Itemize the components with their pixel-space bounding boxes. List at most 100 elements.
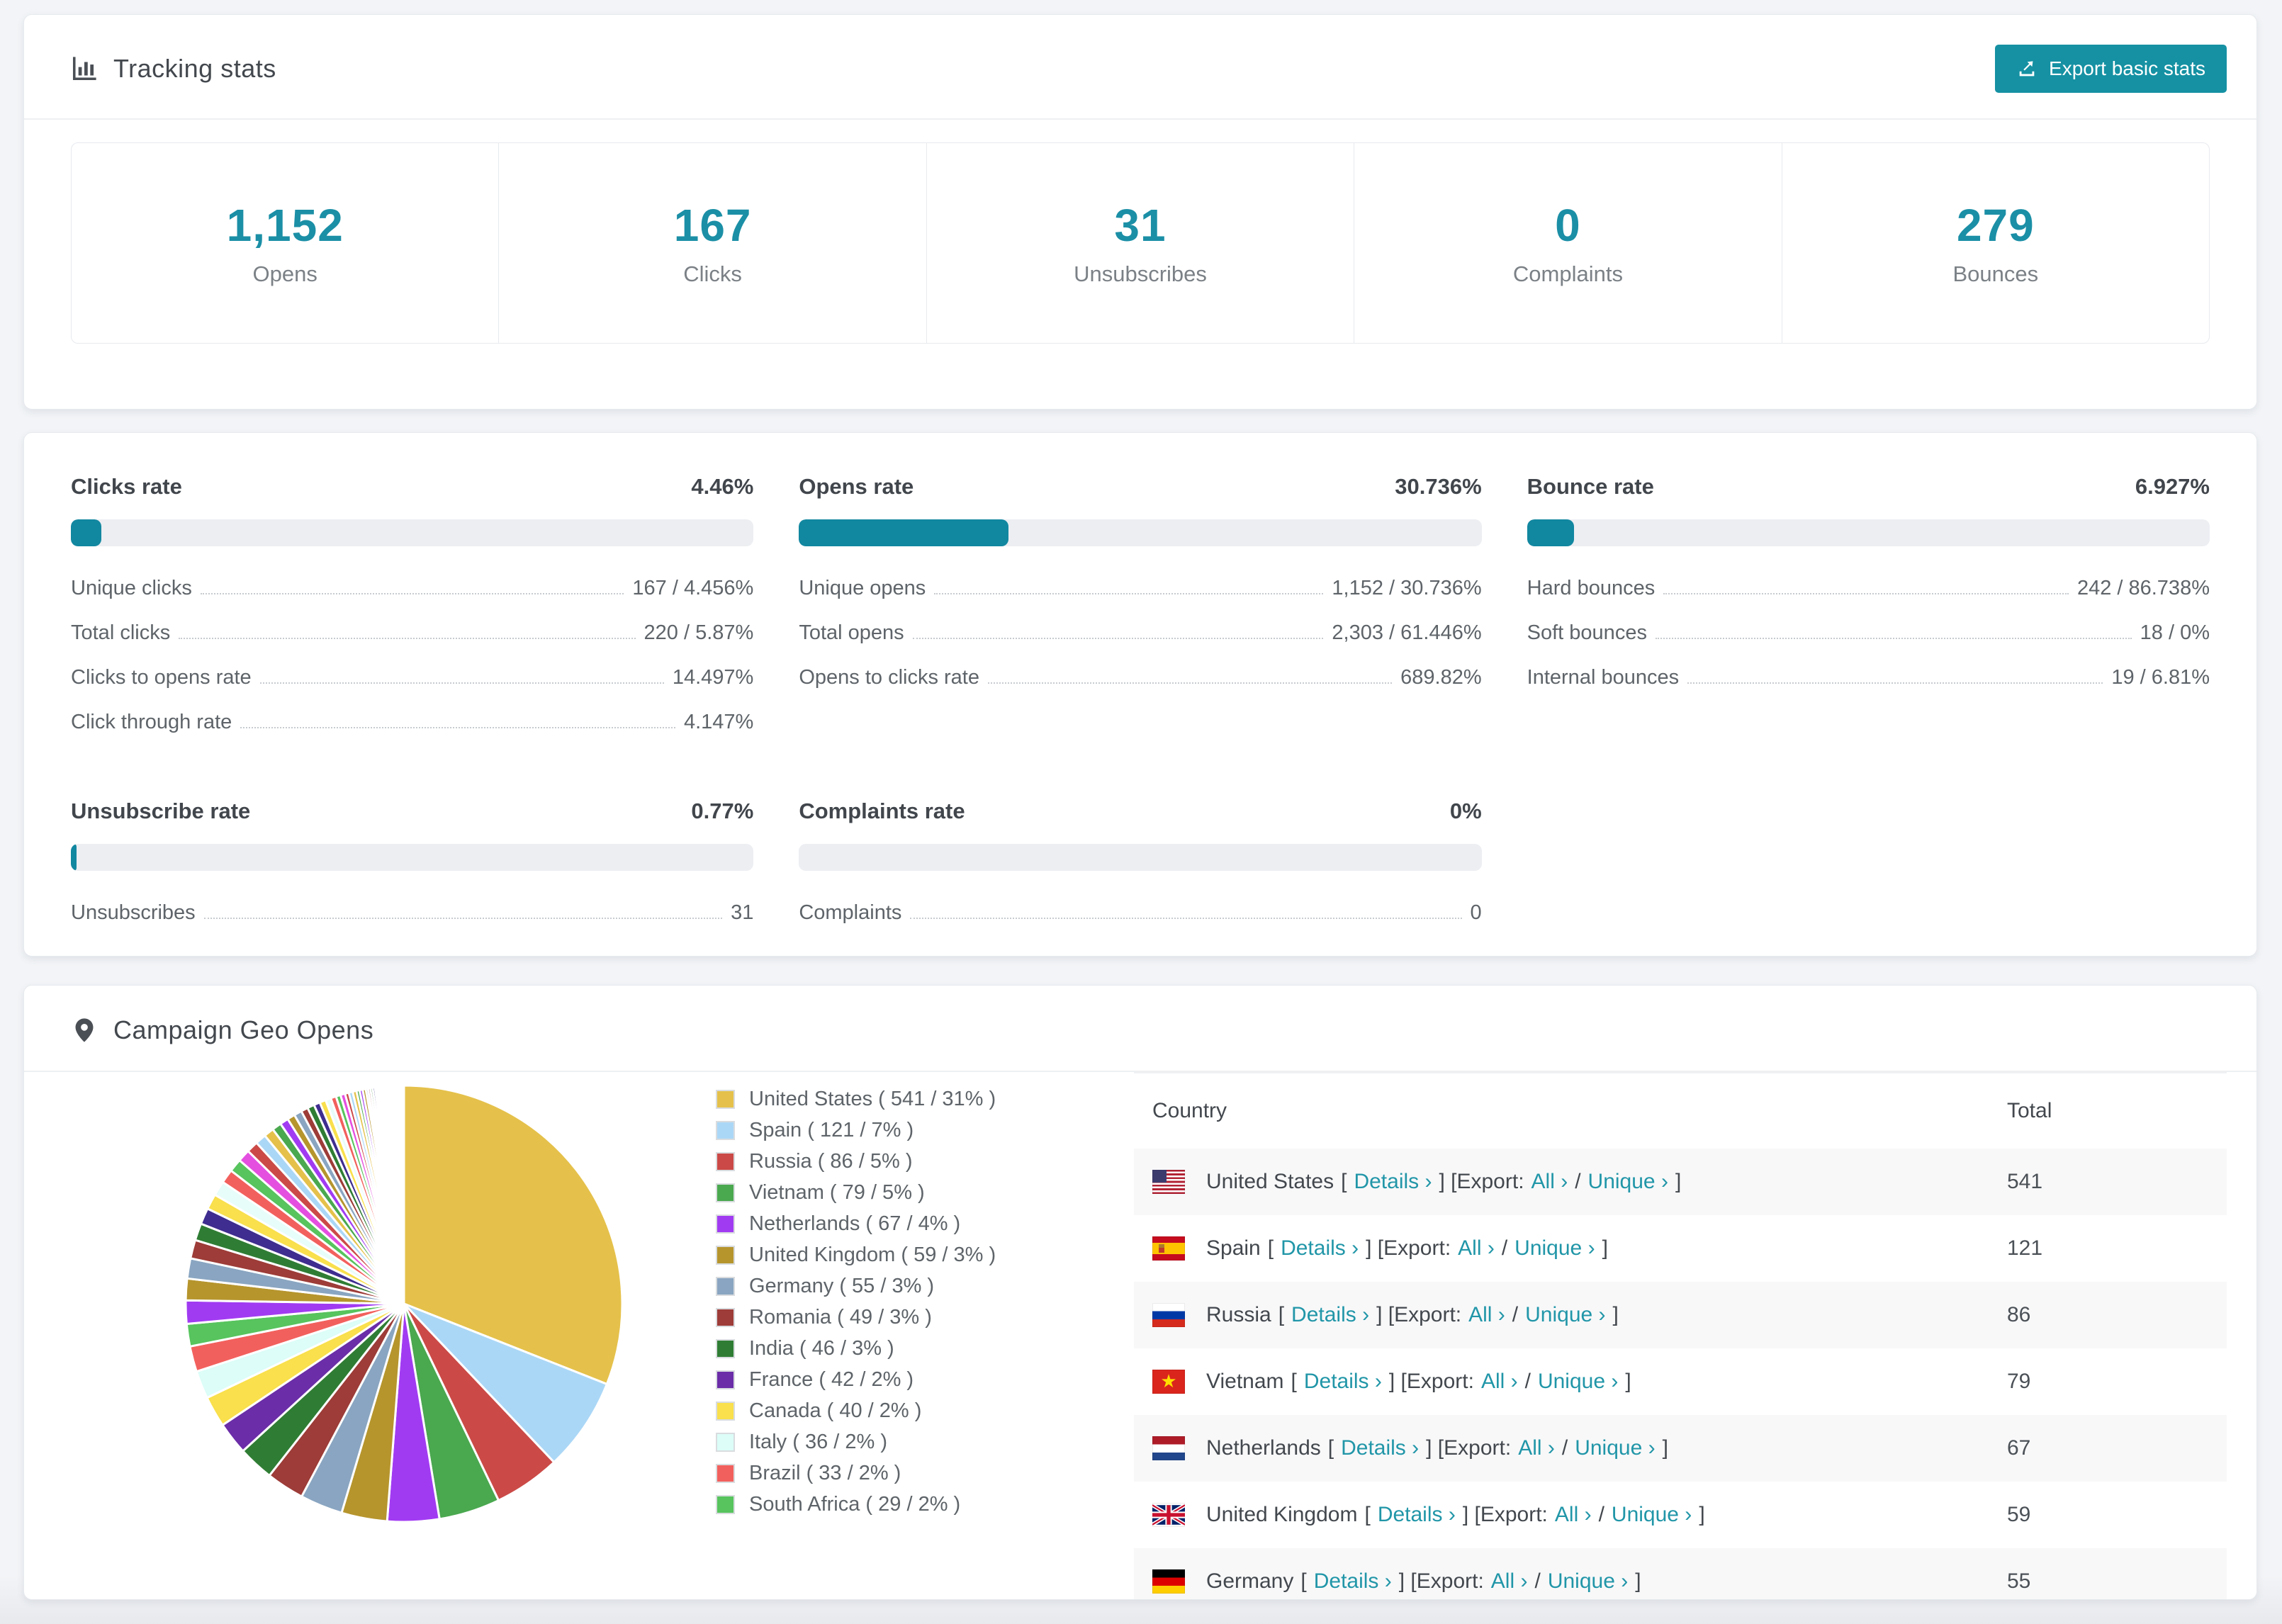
clicks-count: 167 (673, 200, 752, 251)
details-link[interactable]: Details › (1378, 1503, 1456, 1527)
legend-item[interactable]: Romania ( 49 / 3% ) (716, 1302, 1084, 1333)
details-link[interactable]: Details › (1304, 1370, 1382, 1394)
legend-item[interactable]: Vietnam ( 79 / 5% ) (716, 1177, 1084, 1208)
details-link[interactable]: Details › (1281, 1236, 1359, 1261)
export-all-link[interactable]: All › (1518, 1436, 1555, 1460)
legend-item[interactable]: Netherlands ( 67 / 4% ) (716, 1208, 1084, 1239)
opens-count: 1,152 (226, 200, 344, 251)
legend-swatch (716, 1338, 735, 1358)
legend-item[interactable]: Canada ( 40 / 2% ) (716, 1395, 1084, 1426)
panel-value: 0.77% (691, 799, 754, 823)
legend-item[interactable]: South Africa ( 29 / 2% ) (716, 1489, 1084, 1520)
table-row: United Kingdom [Details ›] [Export: All ›… (1134, 1482, 2227, 1548)
details-link[interactable]: Details › (1291, 1303, 1369, 1327)
rate-row: Unique clicks 167 / 4.456% (71, 566, 753, 611)
rate-row: Total opens 2,303 / 61.446% (799, 611, 1481, 655)
legend-item[interactable]: Spain ( 121 / 7% ) (716, 1115, 1084, 1146)
export-unique-link[interactable]: Unique › (1575, 1436, 1655, 1460)
export-all-link[interactable]: All › (1458, 1236, 1495, 1261)
legend-item[interactable]: United States ( 541 / 31% ) (716, 1083, 1084, 1115)
united-kingdom-flag-icon (1152, 1503, 1185, 1527)
bracket: ] (1625, 1370, 1631, 1393)
stat-box-opens: 1,152 Opens (72, 143, 500, 343)
export-unique-link[interactable]: Unique › (1538, 1370, 1618, 1394)
campaign-geo-opens-card: Campaign Geo Opens United States ( 541 /… (23, 985, 2257, 1600)
panel-title: Opens rate (799, 474, 914, 499)
legend-item[interactable]: France ( 42 / 2% ) (716, 1364, 1084, 1395)
bracket: / (1534, 1569, 1541, 1593)
progress-fill (1527, 519, 1575, 546)
rate-row-label: Unsubscribes (71, 901, 196, 924)
legend-item[interactable]: Italy ( 36 / 2% ) (716, 1426, 1084, 1457)
country-column-header: Country (1134, 1072, 1989, 1149)
dashboard-page: Tracking stats Export basic stats 1,152 … (0, 0, 2282, 1624)
bracket: ] [Export: (1462, 1503, 1548, 1526)
bounce-rate-panel: Bounce rate 6.927% Hard bounces 242 / 86.… (1527, 474, 2210, 745)
dotted-leader (240, 727, 675, 728)
tracking-stats-card: Tracking stats Export basic stats 1,152 … (23, 14, 2257, 410)
legend-item[interactable]: United Kingdom ( 59 / 3% ) (716, 1239, 1084, 1270)
progress-fill (71, 519, 101, 546)
rate-row-value: 689.82% (1400, 666, 1482, 689)
export-unique-link[interactable]: Unique › (1525, 1303, 1605, 1327)
legend-item[interactable]: India ( 46 / 3% ) (716, 1333, 1084, 1364)
export-unique-link[interactable]: Unique › (1612, 1503, 1692, 1527)
legend-swatch (716, 1120, 735, 1140)
panel-value: 4.46% (691, 474, 754, 499)
panel-value: 30.736% (1395, 474, 1482, 499)
bracket: / (1561, 1436, 1568, 1460)
export-all-link[interactable]: All › (1481, 1370, 1518, 1394)
bracket: [ (1278, 1303, 1285, 1326)
rate-row-value: 19 / 6.81% (2111, 666, 2210, 689)
export-all-link[interactable]: All › (1468, 1303, 1505, 1327)
details-link[interactable]: Details › (1341, 1436, 1419, 1460)
bracket: [ (1267, 1236, 1274, 1260)
export-all-link[interactable]: All › (1555, 1503, 1592, 1527)
legend-swatch (716, 1151, 735, 1171)
bracket: / (1501, 1236, 1508, 1260)
legend-item[interactable]: Brazil ( 33 / 2% ) (716, 1457, 1084, 1489)
rate-row-value: 2,303 / 61.446% (1332, 621, 1482, 644)
export-all-link[interactable]: All › (1491, 1569, 1528, 1594)
export-unique-link[interactable]: Unique › (1548, 1569, 1628, 1594)
export-basic-stats-button[interactable]: Export basic stats (1995, 45, 2227, 93)
geo-header: Campaign Geo Opens (24, 986, 2256, 1072)
legend-swatch (716, 1401, 735, 1421)
bracket: ] [Export: (1426, 1436, 1512, 1460)
rate-row-label: Unique clicks (71, 577, 192, 599)
bracket: ] [Export: (1388, 1370, 1474, 1393)
geo-title: Campaign Geo Opens (113, 1015, 374, 1044)
complaints-label: Complaints (1512, 261, 1623, 286)
legend-item[interactable]: Germany ( 55 / 3% ) (716, 1270, 1084, 1302)
rate-row-label: Clicks to opens rate (71, 666, 252, 689)
export-all-link[interactable]: All › (1531, 1170, 1568, 1194)
opens-rate-panel: Opens rate 30.736% Unique opens 1,152 / 3… (799, 474, 1482, 745)
rate-row-label: Soft bounces (1527, 621, 1647, 644)
rate-row-value: 14.497% (672, 666, 754, 689)
dotted-leader (200, 593, 624, 594)
geo-pie-chart (135, 1073, 673, 1534)
legend-item[interactable]: Russia ( 86 / 5% ) (716, 1146, 1084, 1177)
legend-label: India ( 46 / 3% ) (749, 1336, 894, 1360)
details-link[interactable]: Details › (1354, 1170, 1432, 1194)
export-unique-link[interactable]: Unique › (1588, 1170, 1668, 1194)
spain-flag-icon (1152, 1236, 1185, 1261)
table-row: Germany [Details ›] [Export: All › / Unique… (1134, 1548, 2227, 1599)
bracket: / (1512, 1303, 1519, 1326)
netherlands-flag-icon (1152, 1436, 1185, 1460)
stats-summary-row: 1,152 Opens 167 Clicks 31 Unsubscribes 0… (71, 142, 2210, 344)
rate-row-label: Total clicks (71, 621, 171, 644)
legend-swatch (716, 1276, 735, 1296)
complaints-rate-panel: Complaints rate 0% Complaints 0 (799, 799, 1482, 935)
unsubscribes-count: 31 (1114, 200, 1167, 251)
details-link[interactable]: Details › (1314, 1569, 1392, 1594)
table-row: United States [Details ›] [Export: All › /… (1134, 1149, 2227, 1215)
legend-label: United Kingdom ( 59 / 3% ) (749, 1243, 996, 1266)
export-unique-link[interactable]: Unique › (1514, 1236, 1595, 1261)
country-name: Germany (1206, 1569, 1294, 1593)
country-name: United States (1206, 1170, 1334, 1193)
bracket: ] (1675, 1170, 1682, 1193)
bracket: [ (1364, 1503, 1371, 1526)
legend-swatch (716, 1307, 735, 1327)
rate-row-label: Internal bounces (1527, 666, 1680, 689)
